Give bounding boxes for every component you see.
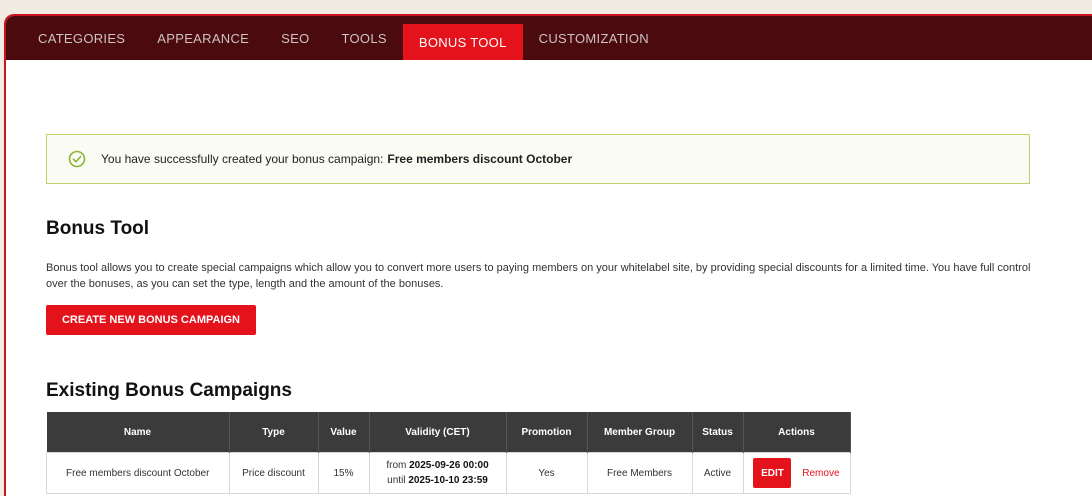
column-header-status: Status xyxy=(692,412,744,453)
bonus-tool-title: Bonus Tool xyxy=(46,218,150,239)
column-header-member-group: Member Group xyxy=(587,412,693,453)
cell-actions: EDIT Remove xyxy=(742,452,851,494)
tab-customization[interactable]: CUSTOMIZATION xyxy=(523,16,665,60)
success-alert: You have successfully created your bonus… xyxy=(46,134,1030,184)
tab-tools[interactable]: TOOLS xyxy=(326,16,403,60)
campaigns-table: Name Type Value Validity (CET) Promotion… xyxy=(46,412,851,494)
tab-seo[interactable]: SEO xyxy=(265,16,325,60)
table-row: Free members discount October Price disc… xyxy=(46,452,851,494)
alert-message: You have successfully created your bonus… xyxy=(101,152,384,166)
cell-promotion: Yes xyxy=(505,452,588,494)
tab-bonus-tool[interactable]: BONUS TOOL xyxy=(402,24,523,60)
tab-categories[interactable]: CATEGORIES xyxy=(6,16,141,60)
tab-bar: CATEGORIES APPEARANCE SEO TOOLS BONUS TO… xyxy=(6,16,1092,60)
validity-from: 2025-09-26 00:00 xyxy=(409,460,489,471)
main-panel: CATEGORIES APPEARANCE SEO TOOLS BONUS TO… xyxy=(4,14,1092,496)
column-header-promotion: Promotion xyxy=(506,412,588,453)
validity-until: 2025-10-10 23:59 xyxy=(408,475,488,486)
column-header-type: Type xyxy=(229,412,319,453)
column-header-name: Name xyxy=(46,412,230,453)
check-circle-icon xyxy=(67,149,87,169)
status-badge: Active xyxy=(691,452,744,494)
edit-button[interactable]: EDIT xyxy=(753,458,792,488)
bonus-tool-description: Bonus tool allows you to create special … xyxy=(46,262,1031,290)
cell-name: Free members discount October xyxy=(46,452,230,494)
table-header-row: Name Type Value Validity (CET) Promotion… xyxy=(46,412,851,453)
cell-validity: from 2025-09-26 00:00 until 2025-10-10 2… xyxy=(368,452,507,494)
validity-until-label: until xyxy=(387,475,406,486)
tab-appearance[interactable]: APPEARANCE xyxy=(141,16,265,60)
alert-campaign-name: Free members discount October xyxy=(387,152,573,166)
column-header-value: Value xyxy=(318,412,370,453)
remove-link[interactable]: Remove xyxy=(802,468,839,479)
validity-from-label: from xyxy=(386,460,407,471)
column-header-actions: Actions xyxy=(743,412,851,453)
cell-value: 15% xyxy=(317,452,370,494)
cell-type: Price discount xyxy=(228,452,319,494)
existing-campaigns-title: Existing Bonus Campaigns xyxy=(46,380,292,401)
column-header-validity: Validity (CET) xyxy=(369,412,507,453)
create-bonus-campaign-button[interactable]: CREATE NEW BONUS CAMPAIGN xyxy=(46,305,256,335)
cell-member-group: Free Members xyxy=(586,452,693,494)
